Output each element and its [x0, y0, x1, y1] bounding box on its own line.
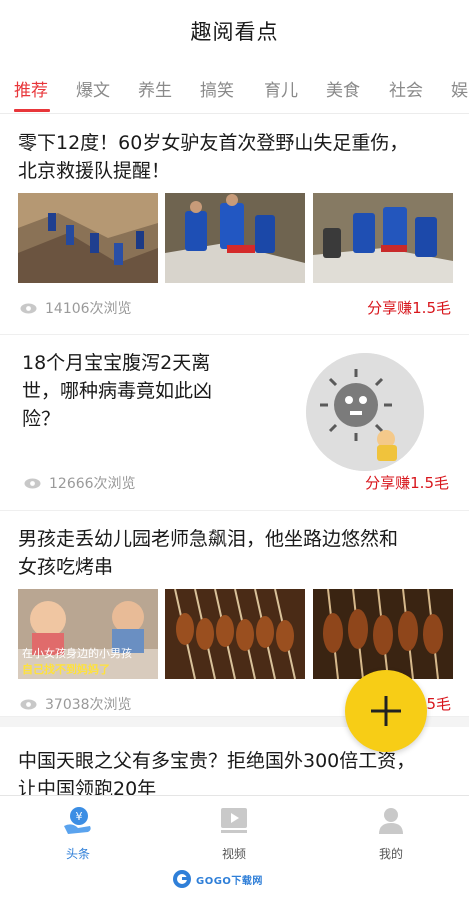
article-image[interactable] [313, 193, 453, 283]
image-caption: 在小女孩身边的小男孩 [22, 647, 132, 660]
tab-hot[interactable]: 爆文 [76, 76, 110, 101]
eye-icon [20, 303, 37, 313]
category-tabs: 推荐 爆文 养生 搞笑 育儿 美食 社会 娱 [0, 62, 469, 114]
article-title[interactable]: 18个月宝宝腹泻2天离 世，哪种病毒竟如此凶 险？ [22, 349, 282, 433]
tab-funny[interactable]: 搞笑 [200, 76, 234, 101]
article-image[interactable] [18, 193, 158, 283]
tab-parenting[interactable]: 育儿 [264, 76, 298, 101]
nav-headlines[interactable]: ¥ 头条 [38, 804, 118, 862]
article-title[interactable]: 中国天眼之父有多宝贵？拒绝国外300倍工资， 让中国领跑20年 [18, 747, 450, 795]
tab-society[interactable]: 社会 [389, 76, 423, 101]
svg-text:¥: ¥ [76, 810, 83, 823]
image-caption: 自己找不到妈妈了 [22, 663, 110, 676]
add-fab-button[interactable] [345, 670, 427, 752]
article-image[interactable] [313, 589, 453, 679]
article-image[interactable] [306, 353, 424, 471]
article-meta: 14106次浏览 [20, 298, 132, 318]
nav-me[interactable]: 我的 [351, 804, 431, 862]
article-meta: 37038次浏览 [20, 694, 132, 714]
article-image[interactable] [165, 193, 305, 283]
tab-health[interactable]: 养生 [138, 76, 172, 101]
article-image[interactable]: 在小女孩身边的小男孩 自己找不到妈妈了 [18, 589, 158, 679]
share-reward-button[interactable]: 分享赚1.5毛 [365, 472, 449, 493]
plus-icon [371, 696, 401, 726]
site-watermark: GOGO下载网 [172, 866, 263, 892]
nav-video[interactable]: 视频 [194, 804, 274, 862]
tab-recommend[interactable]: 推荐 [14, 76, 48, 101]
article-title[interactable]: 男孩走丢幼儿园老师急飙泪，他坐路边悠然和 女孩吃烤串 [18, 525, 450, 581]
share-reward-button[interactable]: 分享赚1.5毛 [367, 297, 451, 318]
article-title[interactable]: 零下12度！60岁女驴友首次登野山失足重伤， 北京救援队提醒！ [18, 129, 450, 185]
article-card[interactable]: 18个月宝宝腹泻2天离 世，哪种病毒竟如此凶 险？ 12666次浏览 分享赚1.… [0, 335, 469, 511]
tab-food[interactable]: 美食 [326, 76, 360, 101]
app-header: 趣阅看点 [0, 0, 469, 62]
view-count: 12666次浏览 [49, 476, 136, 492]
eye-icon [20, 699, 37, 709]
user-icon [379, 808, 403, 834]
active-tab-indicator [14, 109, 50, 112]
article-meta: 12666次浏览 [24, 473, 136, 493]
video-icon [221, 808, 247, 833]
view-count: 37038次浏览 [45, 697, 132, 713]
view-count: 14106次浏览 [45, 301, 132, 317]
article-card[interactable]: 零下12度！60岁女驴友首次登野山失足重伤， 北京救援队提醒！ 14106次浏览… [0, 115, 469, 335]
app-title: 趣阅看点 [190, 20, 279, 44]
eye-icon [24, 478, 41, 488]
share-reward-button[interactable]: 5毛 [426, 693, 451, 714]
article-image[interactable] [165, 589, 305, 679]
gogo-logo-icon [173, 870, 191, 888]
bottom-nav: ¥ 头条 视频 我的 [0, 795, 469, 865]
yuan-hand-icon: ¥ [64, 807, 91, 834]
tab-entertainment[interactable]: 娱 [451, 76, 468, 101]
